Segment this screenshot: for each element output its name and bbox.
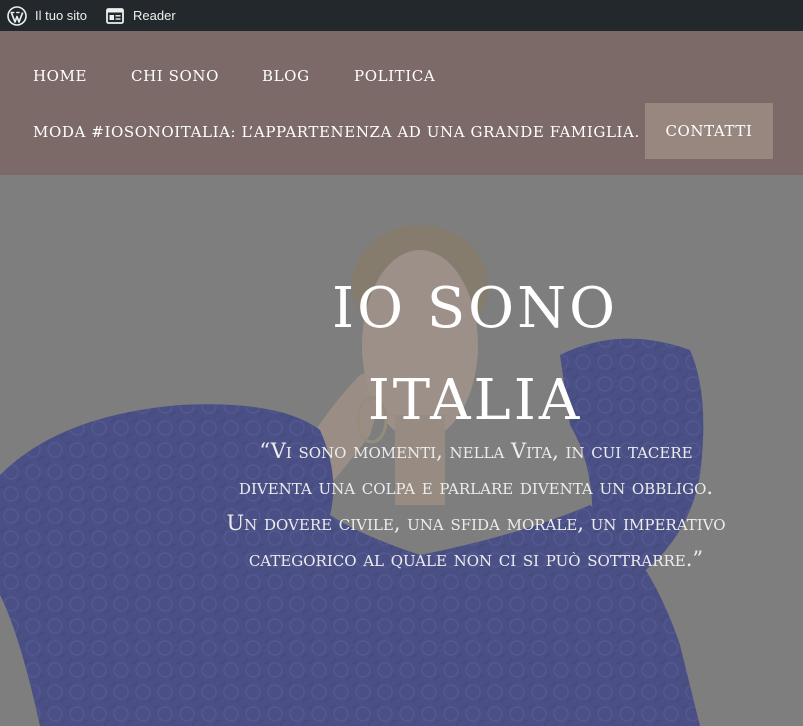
admin-bar: Il tuo sito Reader: [0, 0, 803, 31]
reader-link[interactable]: Reader: [106, 0, 176, 31]
nav-blog[interactable]: BLOG: [262, 67, 310, 85]
nav-politica[interactable]: POLITICA: [354, 67, 435, 85]
nav-contatti-button[interactable]: CONTATTI: [645, 103, 773, 159]
hero-title: IO SONO ITALIA: [280, 263, 670, 447]
my-site-label: Il tuo sito: [35, 8, 88, 23]
hero-quote: “Vi sono momenti, nella Vita, in cui tac…: [226, 439, 726, 571]
hero-title-line-1: IO SONO: [331, 276, 618, 341]
reader-icon: [106, 7, 124, 24]
nav-chi-sono[interactable]: CHI SONO: [131, 67, 219, 85]
nav-moda-iosonoitalia[interactable]: MODA #IOSONOITALIA: L’APPARTENENZA AD UN…: [33, 123, 640, 141]
my-site-link[interactable]: Il tuo sito: [7, 0, 87, 31]
wordpress-icon: [7, 5, 27, 26]
reader-label: Reader: [133, 8, 176, 23]
hero-section: IO SONO ITALIA “Vi sono momenti, nella V…: [0, 175, 803, 726]
site-header: HOME CHI SONO BLOG POLITICA MODA #IOSONO…: [0, 31, 803, 175]
nav-home[interactable]: HOME: [33, 67, 87, 85]
